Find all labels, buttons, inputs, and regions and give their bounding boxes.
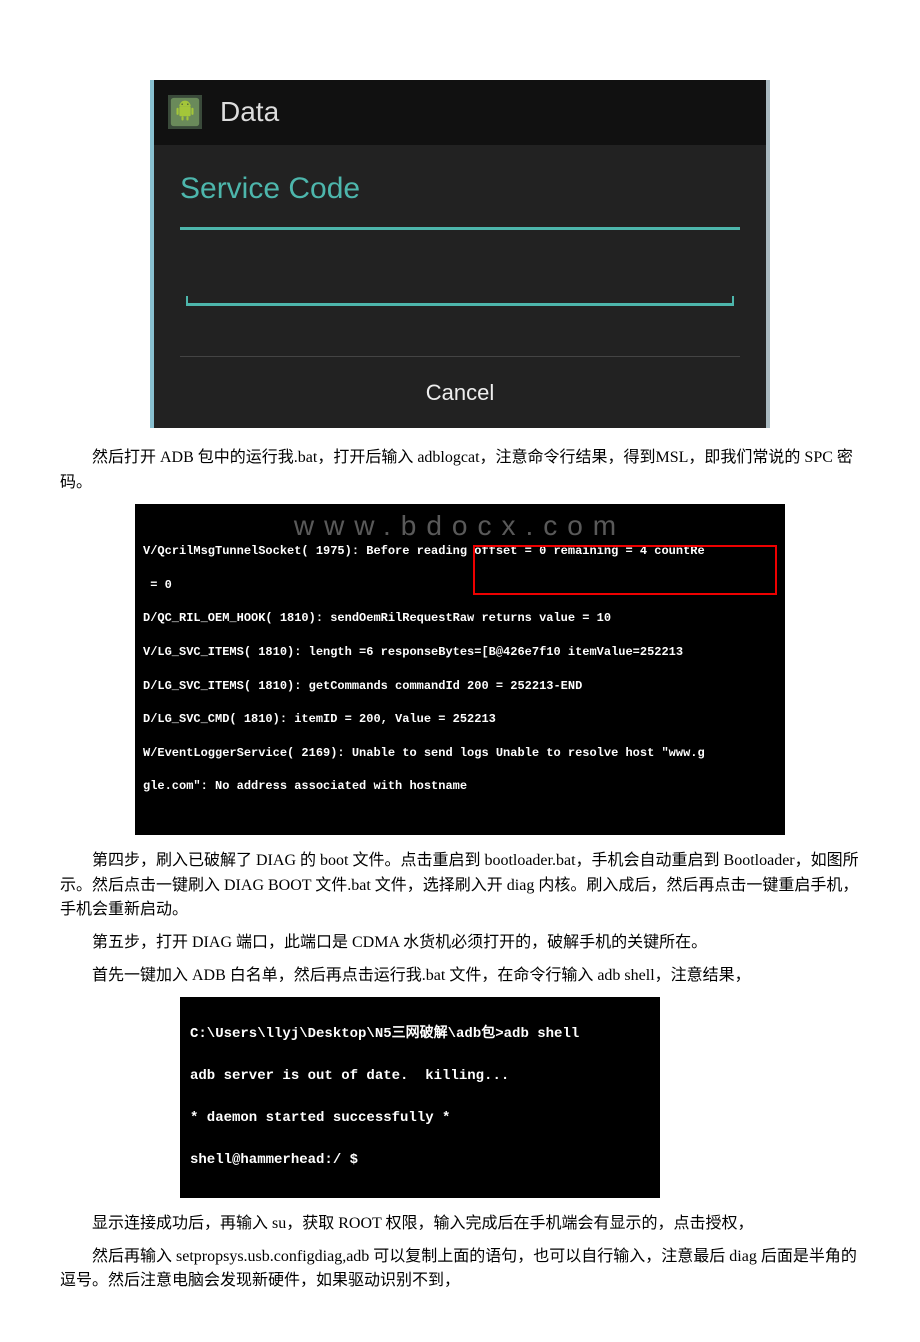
log-line: gle.com": No address associated with hos…: [143, 779, 467, 793]
log-line: D/QC_RIL_OEM_HOOK( 1810): sendOemRilRequ…: [143, 611, 611, 625]
dialog-title: Service Code: [180, 165, 740, 230]
dialog-cancel-bar: Cancel: [180, 356, 740, 428]
paragraph-2: 第四步，刷入已破解了 DIAG 的 boot 文件。点击重启到 bootload…: [60, 849, 860, 923]
log-line: W/EventLoggerService( 2169): Unable to s…: [143, 746, 705, 760]
log-line: V/QcrilMsgTunnelSocket( 1975): Before re…: [143, 544, 705, 558]
app-title: Data: [220, 90, 279, 135]
dialog-input-wrap: [180, 230, 740, 356]
log-line: D/LG_SVC_CMD( 1810): itemID = 200, Value…: [143, 712, 496, 726]
service-code-input[interactable]: [186, 256, 734, 306]
android-header: Data: [154, 80, 766, 145]
cmd-line: adb server is out of date. killing...: [190, 1068, 509, 1084]
android-screenshot: Data Service Code Cancel: [150, 80, 770, 428]
log-line: = 0: [143, 578, 172, 592]
paragraph-5: 显示连接成功后，再输入 su，获取 ROOT 权限，输入完成后在手机端会有显示的…: [60, 1212, 860, 1237]
cmd-line: shell@hammerhead:/ $: [190, 1152, 358, 1168]
cancel-button[interactable]: Cancel: [180, 357, 740, 428]
terminal-logcat: www.bdocx.com V/QcrilMsgTunnelSocket( 19…: [135, 504, 785, 835]
cmd-line: C:\Users\llyj\Desktop\N5三网破解\adb包>adb sh…: [190, 1026, 579, 1042]
paragraph-1: 然后打开 ADB 包中的运行我.bat，打开后输入 adblogcat，注意命令…: [60, 446, 860, 496]
android-app-icon: [168, 95, 202, 129]
paragraph-4: 首先一键加入 ADB 白名单，然后再点击运行我.bat 文件，在命令行输入 ad…: [60, 964, 860, 989]
service-code-dialog: Service Code Cancel: [154, 145, 766, 428]
log-line: V/LG_SVC_ITEMS( 1810): length =6 respons…: [143, 645, 683, 659]
log-line: D/LG_SVC_ITEMS( 1810): getCommands comma…: [143, 679, 582, 693]
paragraph-3: 第五步，打开 DIAG 端口，此端口是 CDMA 水货机必须打开的，破解手机的关…: [60, 931, 860, 956]
watermark-text: www.bdocx.com: [135, 506, 785, 545]
cmd-line: * daemon started successfully *: [190, 1110, 450, 1126]
paragraph-6: 然后再输入 setpropsys.usb.configdiag,adb 可以复制…: [60, 1245, 860, 1295]
terminal-adb-shell: C:\Users\llyj\Desktop\N5三网破解\adb包>adb sh…: [180, 997, 660, 1198]
